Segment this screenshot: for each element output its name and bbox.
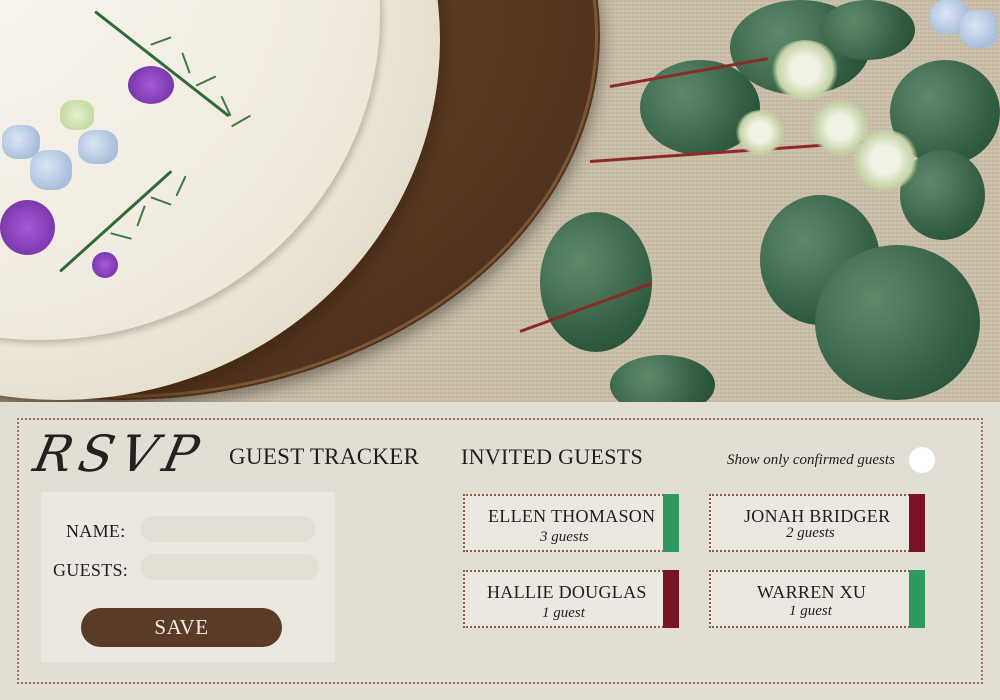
guest-name: JONAH BRIDGER (744, 506, 891, 526)
guest-count: 1 guest (542, 605, 585, 621)
guest-count: 3 guests (540, 529, 589, 545)
guest-card[interactable]: WARREN XU 1 guest (709, 570, 925, 628)
confirmed-status-tab[interactable] (663, 494, 679, 552)
rsvp-card: RSVP GUEST TRACKER NAME: GUESTS: SAVE IN… (17, 418, 983, 684)
guests-field[interactable] (140, 554, 319, 580)
confirmed-filter-label: Show only confirmed guests (727, 452, 895, 468)
hero-photo (0, 0, 1000, 402)
guest-card[interactable]: ELLEN THOMASON 3 guests (463, 494, 679, 552)
rsvp-logo: RSVP (28, 425, 211, 483)
confirmed-status-tab[interactable] (909, 570, 925, 628)
guest-count: 1 guest (789, 603, 832, 619)
guest-name: HALLIE DOUGLAS (487, 582, 647, 602)
name-field[interactable] (140, 516, 316, 542)
guests-label: GUESTS: (53, 560, 129, 580)
name-label: NAME: (66, 521, 126, 541)
save-button[interactable]: SAVE (81, 608, 282, 647)
guest-card[interactable]: JONAH BRIDGER 2 guests (709, 494, 925, 552)
guest-name: WARREN XU (757, 582, 867, 602)
guest-card[interactable]: HALLIE DOUGLAS 1 guest (463, 570, 679, 628)
guest-count: 2 guests (786, 525, 835, 541)
declined-status-tab[interactable] (663, 570, 679, 628)
declined-status-tab[interactable] (909, 494, 925, 552)
confirmed-filter-toggle[interactable] (909, 447, 935, 473)
add-guest-form: NAME: GUESTS: SAVE (41, 492, 335, 662)
guest-name: ELLEN THOMASON (488, 506, 656, 526)
page-title: GUEST TRACKER (229, 444, 420, 469)
invited-guests-heading: INVITED GUESTS (461, 444, 644, 469)
